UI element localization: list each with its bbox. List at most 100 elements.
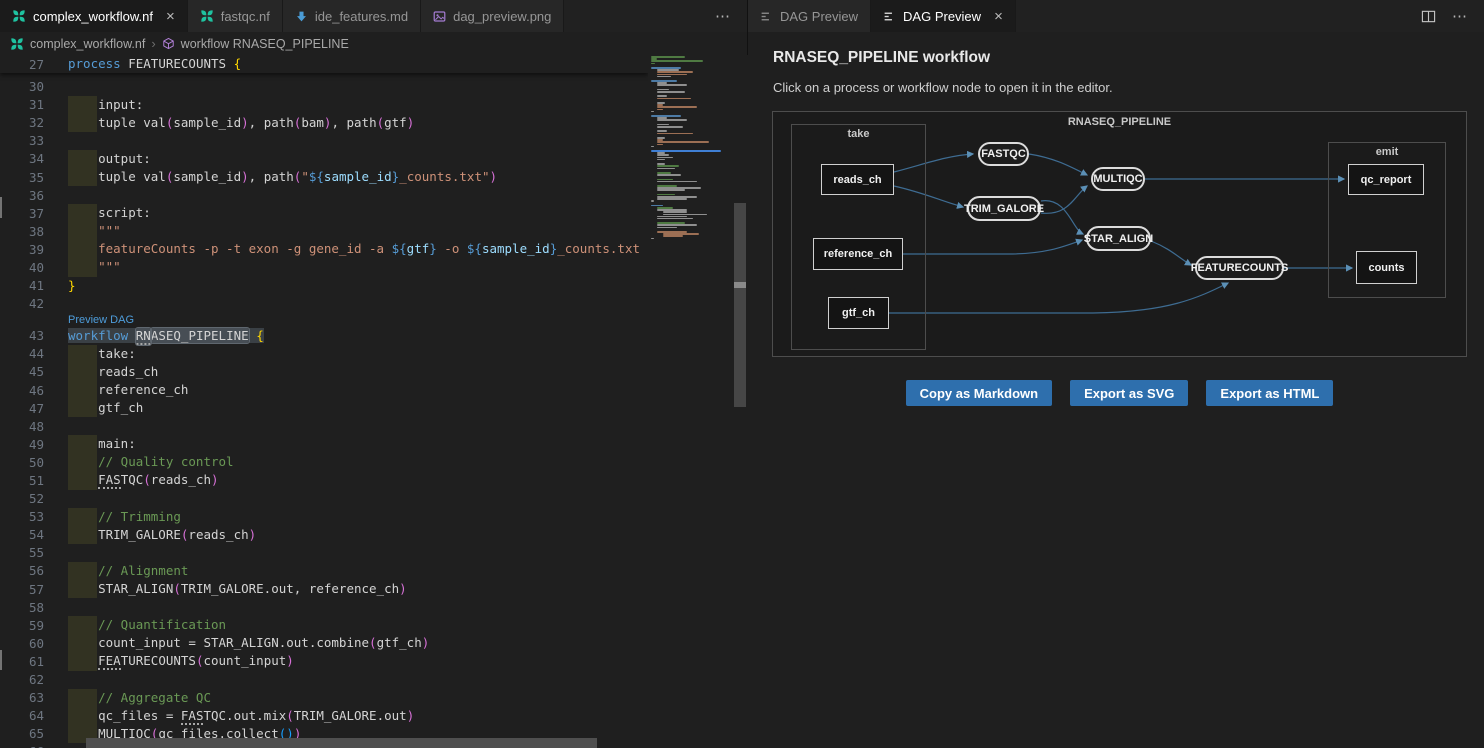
tab-ide-features-md[interactable]: ide_features.md (283, 0, 421, 32)
code-line-57[interactable]: 57 STAR_ALIGN(TRIM_GALORE.out, reference… (0, 580, 648, 598)
code-line-47[interactable]: 47 gtf_ch (0, 399, 648, 417)
code-line-41[interactable]: 41} (0, 277, 648, 295)
close-icon[interactable]: × (166, 9, 175, 24)
code-editor[interactable]: 27process FEATURECOUNTS {3031 input:32 t… (0, 55, 748, 748)
dag-title: RNASEQ_PIPELINE workflow (773, 49, 1484, 67)
code-line-30[interactable]: 30 (0, 78, 648, 96)
code-line-58[interactable]: 58 (0, 598, 648, 616)
code-line-43[interactable]: 43workflow RNASEQ_PIPELINE { (0, 327, 648, 345)
node-TRIM_GALORE[interactable]: TRIM_GALORE (967, 196, 1041, 221)
line-number: 44 (0, 346, 68, 361)
indent-highlight (68, 168, 97, 186)
code-line-44[interactable]: 44 take: (0, 345, 648, 363)
horizontal-scrollbar-track[interactable] (0, 738, 648, 748)
code-line-36[interactable]: 36 (0, 186, 648, 204)
code-token: ( (369, 635, 377, 650)
line-content: reference_ch (68, 381, 648, 399)
line-number: 62 (0, 672, 68, 687)
indent-highlight (68, 562, 97, 580)
code-line-50[interactable]: 50 // Quality control (0, 453, 648, 471)
code-line-49[interactable]: 49 main: (0, 435, 648, 453)
code-line-42[interactable]: 42 (0, 295, 648, 313)
code-line-55[interactable]: 55 (0, 544, 648, 562)
vertical-scrollbar-thumb[interactable] (734, 203, 746, 407)
close-icon[interactable]: × (994, 9, 1003, 24)
node-FASTQC[interactable]: FASTQC (978, 142, 1029, 166)
codelens-preview-dag[interactable]: Preview DAG (68, 314, 134, 326)
code-line-51[interactable]: 51 FASTQC(reads_ch) (0, 471, 648, 489)
workflow-symbol-icon (162, 37, 175, 50)
dag-diagram: RNASEQ_PIPELINE take emit reads_chrefere… (772, 111, 1467, 357)
line-content: tuple val(sample_id), path(bam), path(gt… (68, 114, 648, 132)
code-line-35[interactable]: 35 tuple val(sample_id), path("${sample_… (0, 168, 648, 186)
line-number: 46 (0, 383, 68, 398)
code-token: , path (249, 169, 294, 184)
more-actions-icon[interactable]: ⋯ (1452, 7, 1468, 25)
code-area[interactable]: 27process FEATURECOUNTS {3031 input:32 t… (0, 55, 648, 748)
code-line-39[interactable]: 39 featureCounts -p -t exon -g gene_id -… (0, 240, 648, 258)
tab-dag-preview-png[interactable]: dag_preview.png (421, 0, 564, 32)
code-line-31[interactable]: 31 input: (0, 96, 648, 114)
code-line-60[interactable]: 60 count_input = STAR_ALIGN.out.combine(… (0, 634, 648, 652)
code-token: ( (286, 708, 294, 723)
code-token: , path (331, 115, 376, 130)
node-STAR_ALIGN[interactable]: STAR_ALIGN (1086, 226, 1151, 251)
code-line-32[interactable]: 32 tuple val(sample_id), path(bam), path… (0, 114, 648, 132)
code-line-61[interactable]: 61 FEATURECOUNTS(count_input) (0, 652, 648, 670)
code-line-62[interactable]: 62 (0, 671, 648, 689)
code-token: sample_id (173, 115, 241, 130)
more-actions-icon[interactable]: ⋯ (715, 7, 731, 25)
code-token (128, 328, 136, 343)
code-line-48[interactable]: 48 (0, 417, 648, 435)
line-content: qc_files = FASTQC.out.mix(TRIM_GALORE.ou… (68, 707, 648, 725)
code-line-59[interactable]: 59 // Quantification (0, 616, 648, 634)
export-as-svg-button[interactable]: Export as SVG (1070, 380, 1188, 406)
code-token: TRIM_GALORE.out (294, 708, 407, 723)
line-number: 45 (0, 364, 68, 379)
code-line-56[interactable]: 56 // Alignment (0, 562, 648, 580)
code-line-37[interactable]: 37 script: (0, 204, 648, 222)
code-line-54[interactable]: 54 TRIM_GALORE(reads_ch) (0, 526, 648, 544)
code-token: ${ (392, 241, 407, 256)
code-line-45[interactable]: 45 reads_ch (0, 363, 648, 381)
code-line-46[interactable]: 46 reference_ch (0, 381, 648, 399)
copy-as-markdown-button[interactable]: Copy as Markdown (906, 380, 1052, 406)
code-line-27[interactable]: 27process FEATURECOUNTS { (0, 55, 648, 73)
code-line-40[interactable]: 40 """ (0, 258, 648, 276)
code-line-52[interactable]: 52 (0, 490, 648, 508)
nextflow-icon (12, 9, 26, 23)
code-token: } (68, 278, 76, 293)
export-as-html-button[interactable]: Export as HTML (1206, 380, 1333, 406)
code-line-63[interactable]: 63 // Aggregate QC (0, 689, 648, 707)
line-number: 40 (0, 260, 68, 275)
markdown-icon (295, 10, 308, 23)
indent-highlight (68, 399, 97, 417)
code-line-64[interactable]: 64 qc_files = FASTQC.out.mix(TRIM_GALORE… (0, 707, 648, 725)
code-line-53[interactable]: 53 // Trimming (0, 508, 648, 526)
tab-complex-workflow-nf[interactable]: complex_workflow.nf× (0, 0, 188, 32)
breadcrumb-file[interactable]: complex_workflow.nf (30, 37, 145, 51)
code-line-33[interactable]: 33 (0, 132, 648, 150)
node-FEATURECOUNTS[interactable]: FEATURECOUNTS (1195, 256, 1284, 280)
code-token: TQC (121, 472, 144, 487)
tab-dag-preview[interactable]: DAG Preview× (871, 0, 1016, 32)
node-MULTIQC[interactable]: MULTIQC (1091, 167, 1145, 191)
breadcrumb-symbol[interactable]: workflow RNASEQ_PIPELINE (181, 37, 349, 51)
horizontal-scrollbar-thumb[interactable] (86, 738, 597, 748)
minimap[interactable] (648, 55, 733, 748)
vertical-scrollbar-track[interactable] (733, 55, 747, 748)
code-line-34[interactable]: 34 output: (0, 150, 648, 168)
line-content: STAR_ALIGN(TRIM_GALORE.out, reference_ch… (68, 580, 648, 598)
take-label: take (792, 128, 925, 140)
line-content: main: (68, 435, 648, 453)
code-token: TRIM_GALORE.out, reference_ch (181, 581, 399, 596)
codelens-row: Preview DAG (0, 313, 648, 327)
code-token: ( (377, 115, 385, 130)
split-editor-icon[interactable] (1421, 9, 1436, 24)
code-line-38[interactable]: 38 """ (0, 222, 648, 240)
tab-dag-preview[interactable]: DAG Preview (748, 0, 871, 32)
tab-fastqc-nf[interactable]: fastqc.nf (188, 0, 283, 32)
code-token: gtf (384, 115, 407, 130)
preview-icon (883, 10, 896, 23)
code-token: _counts.txt (557, 241, 647, 256)
